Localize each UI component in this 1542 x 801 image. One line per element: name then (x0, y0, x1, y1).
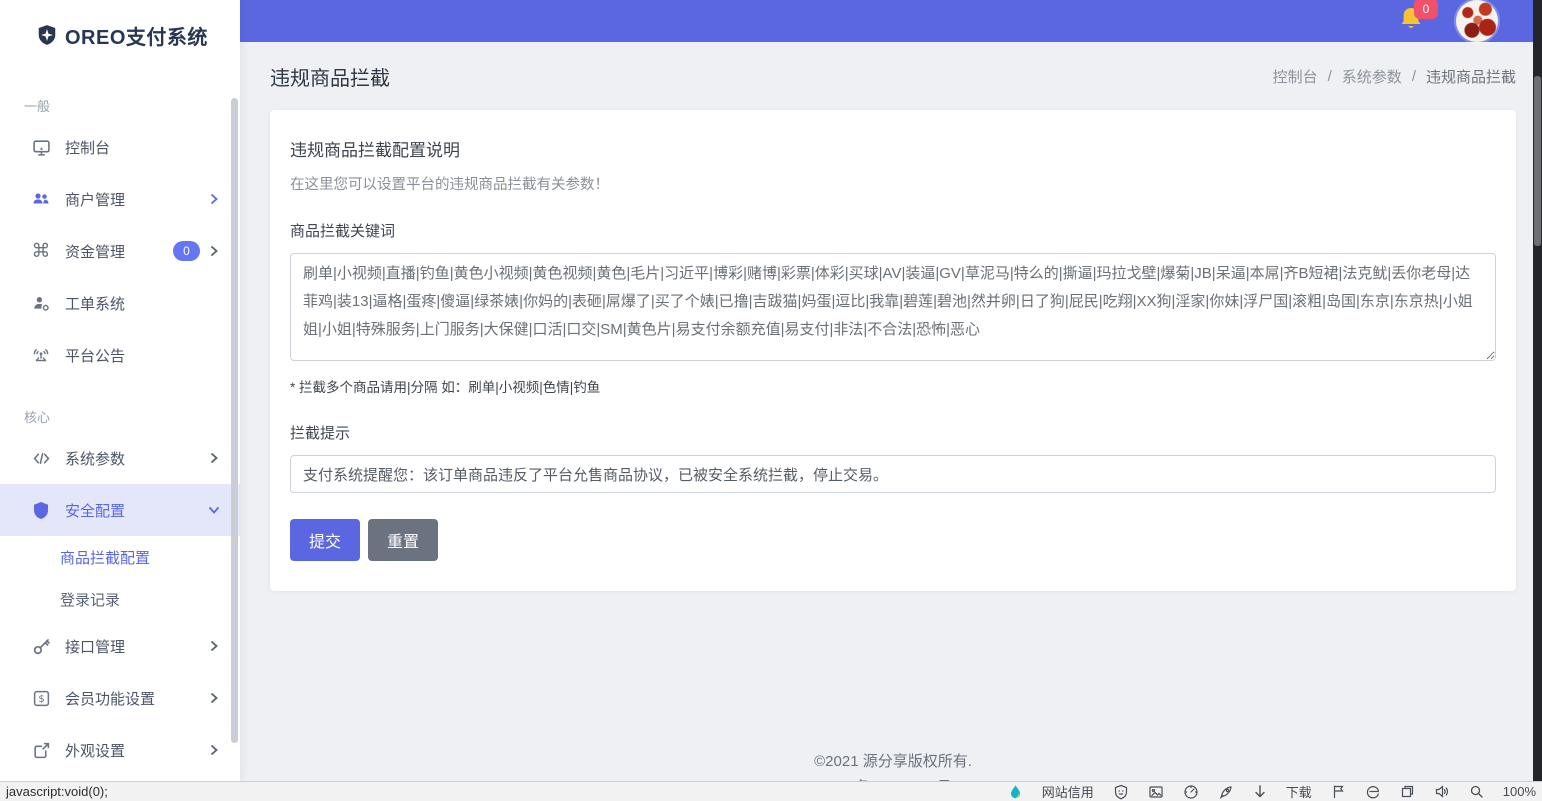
sidebar-item-member-settings[interactable]: $ 会员功能设置 (0, 672, 240, 724)
breadcrumb-item-current: 违规商品拦截 (1426, 66, 1516, 87)
users-icon (30, 189, 52, 209)
search-zoom-icon[interactable] (1469, 784, 1484, 799)
prompt-input[interactable] (290, 455, 1496, 493)
sidebar-item-label: 会员功能设置 (65, 688, 155, 709)
page-header: 违规商品拦截 控制台 / 系统参数 / 违规商品拦截 (270, 42, 1516, 110)
shield-star-logo-icon (36, 24, 58, 46)
keywords-textarea[interactable]: 刷单|小视频|直播|钓鱼|黄色小视频|黄色视频|黄色|毛片|习近平|博彩|赌博|… (290, 253, 1496, 361)
svg-text:$: $ (38, 694, 44, 705)
sidebar-item-funds[interactable]: ⌘ 资金管理 0 (0, 225, 240, 277)
browser-scrollbar[interactable] (1533, 0, 1542, 781)
breadcrumb-separator: / (1328, 68, 1332, 85)
image-block-icon[interactable] (1148, 784, 1164, 800)
statusbar-tools: 网站信用 下载 (1008, 782, 1536, 801)
sidebar-item-label: 工单系统 (65, 293, 125, 314)
content-area: 违规商品拦截 控制台 / 系统参数 / 违规商品拦截 违规商品拦截配置说明 在这… (240, 42, 1542, 801)
prompt-label: 拦截提示 (290, 422, 1496, 443)
browser-scrollbar-thumb[interactable] (1534, 76, 1541, 246)
sidebar-item-announcement[interactable]: 平台公告 (0, 329, 240, 381)
breadcrumb: 控制台 / 系统参数 / 违规商品拦截 (1273, 66, 1516, 87)
key-icon (30, 637, 52, 656)
sidebar-item-label: 系统参数 (65, 448, 125, 469)
sidebar-item-label: 商户管理 (65, 189, 125, 210)
topbar: 0 (240, 0, 1542, 42)
sidebar: OREO支付系统 一般 控制台 商户管理 (0, 0, 240, 781)
sidebar-section-core: 核心 (0, 381, 240, 432)
chevron-right-icon (208, 245, 220, 257)
sidebar-item-label: 平台公告 (65, 345, 125, 366)
reset-button[interactable]: 重置 (368, 519, 438, 561)
sidebar-item-system-params[interactable]: 系统参数 (0, 432, 240, 484)
chevron-right-icon (208, 692, 220, 704)
site-credit-button[interactable]: 网站信用 (1042, 782, 1094, 801)
sidebar-item-label: 安全配置 (65, 500, 125, 521)
copyright-text: ©2021 源分享版权所有. (270, 749, 1516, 775)
app-title: OREO支付系统 (65, 21, 208, 50)
speaker-icon[interactable] (1434, 784, 1450, 799)
intercept-config-card: 违规商品拦截配置说明 在这里您可以设置平台的违规商品拦截有关参数！ 商品拦截关键… (270, 110, 1516, 591)
chevron-right-icon (208, 193, 220, 205)
main-region: OREO支付系统 一般 控制台 商户管理 (0, 0, 1542, 781)
page-title: 违规商品拦截 (270, 62, 390, 91)
shield-icon (30, 501, 52, 520)
download-button[interactable]: 下载 (1286, 782, 1312, 801)
sidebar-item-api[interactable]: 接口管理 (0, 620, 240, 672)
keywords-label: 商品拦截关键词 (290, 220, 1496, 241)
water-drop-icon[interactable] (1008, 784, 1023, 800)
sidebar-item-appearance[interactable]: 外观设置 (0, 724, 240, 776)
chevron-right-icon (208, 640, 220, 652)
down-arrow-icon[interactable] (1253, 784, 1267, 799)
user-gear-icon (30, 294, 52, 313)
sidebar-item-label: 接口管理 (65, 636, 125, 657)
speed-gauge-icon[interactable] (1183, 784, 1199, 800)
breadcrumb-separator: / (1412, 68, 1416, 85)
zoom-level-button[interactable]: 100% (1503, 784, 1536, 799)
sidebar-item-merchant[interactable]: 商户管理 (0, 173, 240, 225)
chevron-down-icon (208, 504, 220, 516)
ie-browser-icon[interactable] (1365, 784, 1381, 800)
notification-count-badge: 0 (1414, 0, 1438, 19)
statusbar-link-text: javascript:void(0); (6, 784, 108, 799)
app-root: OREO支付系统 一般 控制台 商户管理 (0, 0, 1542, 801)
breadcrumb-item-console[interactable]: 控制台 (1273, 66, 1318, 87)
right-column: 0 违规商品拦截 控制台 / 系统参数 / 违规商品拦截 违规商品拦截配置 (240, 0, 1542, 781)
sidebar-item-ticket[interactable]: 工单系统 (0, 277, 240, 329)
sidebar-item-console[interactable]: 控制台 (0, 121, 240, 173)
sidebar-subitem-product-block-config[interactable]: 商品拦截配置 (0, 536, 240, 578)
sidebar-item-label: 资金管理 (65, 241, 125, 262)
shield-safety-icon[interactable] (1113, 784, 1129, 800)
monitor-icon (30, 138, 52, 157)
sidebar-section-general: 一般 (0, 70, 240, 121)
breadcrumb-item-system-params[interactable]: 系统参数 (1342, 66, 1402, 87)
layout-external-icon (30, 741, 52, 760)
window-restore-icon[interactable] (1400, 784, 1415, 799)
user-avatar[interactable] (1456, 0, 1498, 42)
sidebar-item-security[interactable]: 安全配置 (0, 484, 240, 536)
rocket-icon[interactable] (1218, 784, 1234, 800)
dollar-box-icon: $ (30, 689, 52, 708)
sidebar-subitem-login-records[interactable]: 登录记录 (0, 578, 240, 620)
button-row: 提交 重置 (290, 519, 1496, 561)
sidebar-item-label: 控制台 (65, 137, 110, 158)
browser-statusbar: javascript:void(0); 网站信用 (0, 781, 1542, 801)
command-icon: ⌘ (30, 240, 52, 263)
flag-icon[interactable] (1331, 784, 1346, 799)
code-icon (30, 449, 52, 468)
chevron-right-icon (208, 452, 220, 464)
funds-count-badge: 0 (173, 241, 200, 261)
broadcast-icon (30, 345, 52, 365)
sidebar-scrollbar-thumb[interactable] (231, 98, 238, 743)
chevron-right-icon (208, 744, 220, 756)
app-logo[interactable]: OREO支付系统 (0, 0, 240, 70)
submit-button[interactable]: 提交 (290, 519, 360, 561)
notification-bell-button[interactable]: 0 (1398, 4, 1428, 38)
card-heading: 违规商品拦截配置说明 (290, 136, 1496, 161)
card-description: 在这里您可以设置平台的违规商品拦截有关参数！ (290, 173, 1496, 194)
sidebar-item-label: 外观设置 (65, 740, 125, 761)
keywords-hint: * 拦截多个商品请用|分隔 如：刷单|小视频|色情|钓鱼 (290, 376, 1496, 396)
